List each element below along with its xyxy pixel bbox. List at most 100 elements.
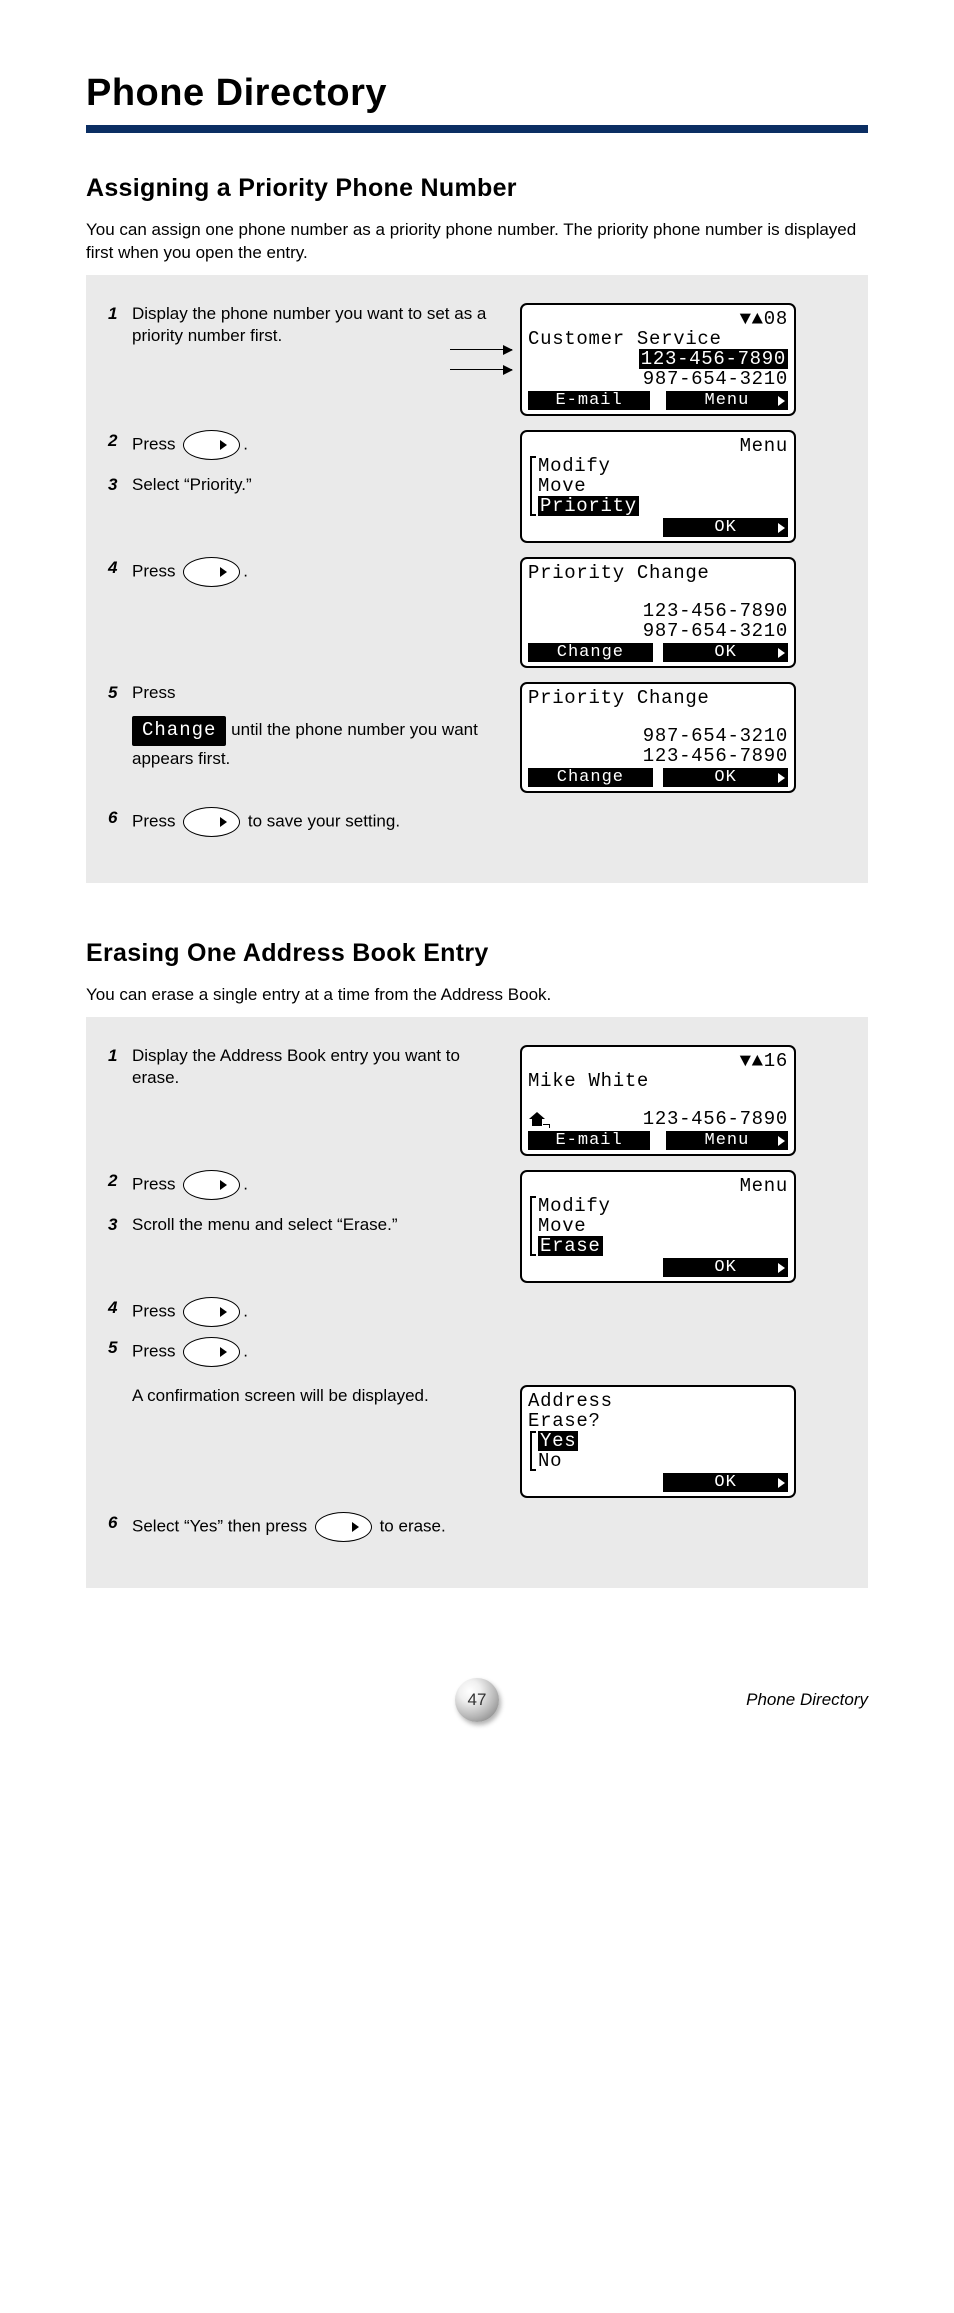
step-body: Display the phone number you want to set… xyxy=(132,303,508,347)
menu-item-selected[interactable]: Erase xyxy=(538,1236,603,1256)
softkey-ok[interactable]: OK xyxy=(663,768,788,787)
priority-panel: 1 Display the phone number you want to s… xyxy=(86,275,868,883)
softkey-ok[interactable]: OK xyxy=(663,1258,788,1277)
erase-panel: 1 Display the Address Book entry you wan… xyxy=(86,1017,868,1588)
lcd-row: 123-456-7890 xyxy=(528,1109,788,1129)
lcd-title: Priority Change xyxy=(528,688,788,708)
right-soft-key-icon xyxy=(183,1170,240,1200)
softkey-email[interactable]: E-mail xyxy=(528,391,650,410)
change-label: Change xyxy=(132,716,226,746)
lcd-row-selected: 123-456-7890 xyxy=(639,349,788,369)
lcd-screen: Priority Change 123-456-7890 987-654-321… xyxy=(520,557,796,668)
step-num: 5 xyxy=(108,682,126,704)
home-icon xyxy=(528,1112,546,1126)
step-body: Display the Address Book entry you want … xyxy=(132,1045,508,1089)
lcd-screen: ▼▲16 Mike White 123-456-7890 E-mail Menu xyxy=(520,1045,796,1156)
lcd-row: 987-654-3210 xyxy=(528,726,788,746)
step-body: Press . xyxy=(132,557,508,587)
step-num: 6 xyxy=(108,807,126,829)
footer-label: Phone Directory xyxy=(746,1689,868,1712)
lcd-title: Priority Change xyxy=(528,563,788,583)
arrow-icon xyxy=(450,369,512,370)
option-yes[interactable]: Yes xyxy=(538,1431,578,1451)
section-priority-title: Assigning a Priority Phone Number xyxy=(86,173,868,203)
step-body: Select “Priority.” xyxy=(132,474,508,496)
softkey-change[interactable]: Change xyxy=(528,643,653,662)
step: 6 Select “Yes” then press to erase. xyxy=(108,1512,508,1542)
step-num: 1 xyxy=(108,1045,126,1067)
step: 2 Press . xyxy=(108,430,508,460)
option-no[interactable]: No xyxy=(538,1451,788,1471)
right-soft-key-icon xyxy=(183,557,240,587)
bracket-icon xyxy=(530,1196,536,1256)
step: 6 Press to save your setting. xyxy=(108,807,508,837)
lcd-header: Menu xyxy=(528,1176,788,1196)
step-body: Press . xyxy=(132,1170,508,1200)
softkey-ok[interactable]: OK xyxy=(663,1473,788,1492)
lcd-header: Menu xyxy=(528,436,788,456)
lcd-row: 987-654-3210 xyxy=(528,369,788,389)
right-soft-key-icon xyxy=(183,1297,240,1327)
step-body: Select “Yes” then press to erase. xyxy=(132,1512,508,1542)
lcd-row: 987-654-3210 xyxy=(528,621,788,641)
step-body: Press to save your setting. xyxy=(132,807,508,837)
lcd-row: Address xyxy=(528,1391,788,1411)
step-body: Press . xyxy=(132,1337,508,1367)
softkey-change[interactable]: Change xyxy=(528,768,653,787)
step-num: 4 xyxy=(108,557,126,579)
lcd-row: Erase? xyxy=(528,1411,788,1431)
step: 2 Press . xyxy=(108,1170,508,1200)
softkey-email[interactable]: E-mail xyxy=(528,1131,650,1150)
bracket-icon xyxy=(530,456,536,516)
section-erase-intro: You can erase a single entry at a time f… xyxy=(86,984,868,1007)
step-num: 3 xyxy=(108,474,126,496)
lcd-header: ▼▲08 xyxy=(528,309,788,329)
chapter-rule xyxy=(86,125,868,133)
step-num: 2 xyxy=(108,1170,126,1192)
lcd-title: Mike White xyxy=(528,1071,788,1091)
step-num: 4 xyxy=(108,1297,126,1319)
menu-item[interactable]: Move xyxy=(538,1216,788,1236)
softkey-ok[interactable]: OK xyxy=(663,518,788,537)
softkey-menu[interactable]: Menu xyxy=(666,391,788,410)
step: 5 Press xyxy=(108,682,508,704)
bracket-icon xyxy=(530,1431,536,1471)
step-num: 5 xyxy=(108,1337,126,1359)
menu-item[interactable]: Move xyxy=(538,476,788,496)
right-soft-key-icon xyxy=(183,1337,240,1367)
lcd-row: 123-456-7890 xyxy=(528,746,788,766)
menu-item[interactable]: Modify xyxy=(538,456,788,476)
softkey-ok[interactable]: OK xyxy=(663,643,788,662)
step-num: 6 xyxy=(108,1512,126,1534)
lcd-screen: Priority Change 987-654-3210 123-456-789… xyxy=(520,682,796,793)
page-footer: 47 Phone Directory xyxy=(86,1678,868,1722)
step: 3 Select “Priority.” xyxy=(108,474,508,496)
step: 1 Display the phone number you want to s… xyxy=(108,303,508,347)
lcd-header: ▼▲16 xyxy=(528,1051,788,1071)
softkey-menu[interactable]: Menu xyxy=(666,1131,788,1150)
lcd-screen: Menu Modify Move Erase OK xyxy=(520,1170,796,1283)
step-body: Scroll the menu and select “Erase.” xyxy=(132,1214,508,1236)
lcd-screen: ▼▲08 Customer Service 123-456-7890 987-6… xyxy=(520,303,796,416)
step: 5 Press . xyxy=(108,1337,508,1367)
page-number-sphere: 47 xyxy=(455,1678,499,1722)
menu-item-selected[interactable]: Priority xyxy=(538,496,639,516)
lcd-screen: Address Erase? Yes No OK xyxy=(520,1385,796,1498)
step: 4 Press . xyxy=(108,1297,508,1327)
step-num: 3 xyxy=(108,1214,126,1236)
step-body: A confirmation screen will be displayed. xyxy=(132,1385,508,1407)
menu-item[interactable]: Modify xyxy=(538,1196,788,1216)
step-num: 2 xyxy=(108,430,126,452)
step: 1 Display the Address Book entry you wan… xyxy=(108,1045,508,1089)
arrow-icon xyxy=(450,349,512,350)
step: 3 Scroll the menu and select “Erase.” xyxy=(108,1214,508,1236)
section-erase-title: Erasing One Address Book Entry xyxy=(86,938,868,968)
right-soft-key-icon xyxy=(183,430,240,460)
step-body: Press . xyxy=(132,430,508,460)
step-body: Press xyxy=(132,682,508,704)
step-note: A confirmation screen will be displayed. xyxy=(108,1385,508,1407)
right-soft-key-icon xyxy=(315,1512,372,1542)
section-priority-intro: You can assign one phone number as a pri… xyxy=(86,219,868,265)
step-num: 1 xyxy=(108,303,126,325)
step-body: Press . xyxy=(132,1297,508,1327)
